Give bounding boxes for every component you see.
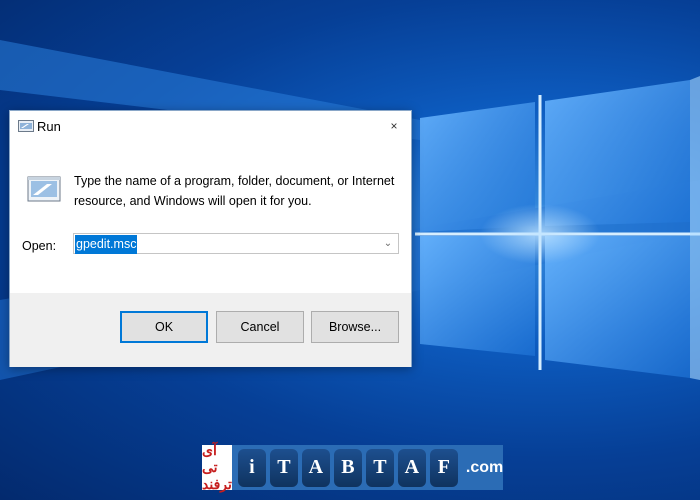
watermark-logo: i T A B T A F .com [231,445,504,490]
dialog-description: Type the name of a program, folder, docu… [74,174,395,208]
open-combobox[interactable]: gpedit.msc ⌄ [73,233,399,254]
open-label: Open: [22,239,57,253]
run-icon [27,176,61,202]
open-input[interactable]: gpedit.msc [75,235,138,254]
watermark-letter: T [365,448,394,487]
title-bar[interactable]: Run × [10,111,411,141]
run-icon [18,120,34,132]
site-watermark: آی تی ترفند i T A B T A F .com [202,442,504,492]
cancel-button[interactable]: Cancel [216,311,304,343]
watermark-letter: A [397,448,426,487]
button-bar: OK Cancel Browse... [10,293,411,367]
run-dialog: Run × Type the name of a program, folder… [9,110,412,367]
watermark-suffix: .com [465,458,504,476]
watermark-letter: i [237,448,266,487]
close-icon: × [390,119,398,133]
ok-button[interactable]: OK [120,311,208,343]
watermark-letter: A [301,448,330,487]
watermark-letter: F [429,448,458,487]
watermark-letter: B [333,448,362,487]
watermark-brand-text: آی تی ترفند [202,442,232,492]
close-button[interactable]: × [383,116,405,136]
watermark-letter: T [269,448,298,487]
dialog-title: Run [37,119,61,134]
browse-button[interactable]: Browse... [311,311,399,343]
chevron-down-icon[interactable]: ⌄ [381,235,395,252]
